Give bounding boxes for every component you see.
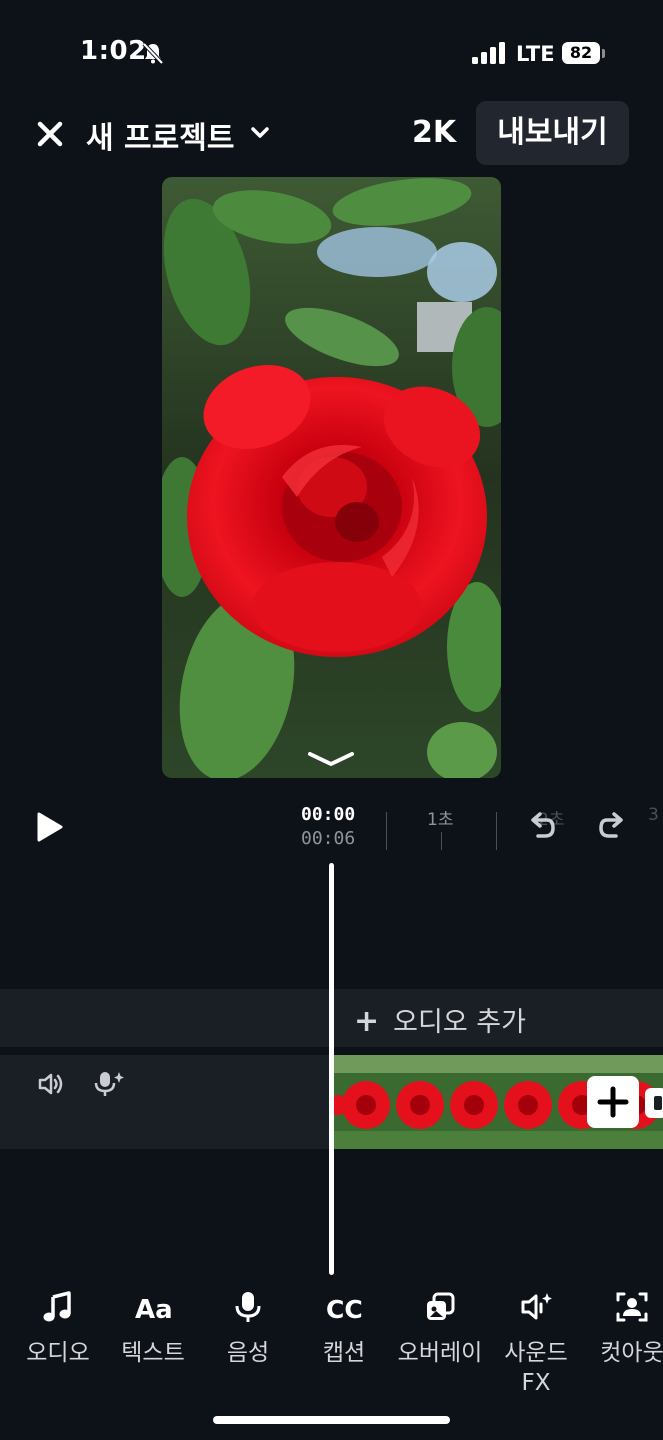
tool-voice[interactable]: 음성 xyxy=(200,1290,296,1368)
video-editor-screen: 1:02 LTE 82 새 프로젝트 2K 내보내기 00:00 00:06 1… xyxy=(0,0,663,1440)
tool-text[interactable]: Aa 텍스트 xyxy=(105,1290,201,1368)
tool-label: 사운드 FX xyxy=(504,1340,568,1396)
tool-audio[interactable]: 오디오 xyxy=(10,1290,106,1368)
bell-muted-icon xyxy=(142,42,164,64)
plus-icon xyxy=(597,1086,629,1118)
rose-photo xyxy=(162,177,501,778)
ruler-label: 1초 xyxy=(427,810,454,830)
tool-sound-fx[interactable]: 사운드 FX xyxy=(488,1290,584,1398)
ruler-label: 3 xyxy=(648,805,659,825)
tool-overlay[interactable]: 오버레이 xyxy=(392,1290,488,1368)
tool-label: 캡션 xyxy=(322,1340,366,1366)
battery-level: 82 xyxy=(562,42,600,64)
undo-icon[interactable] xyxy=(526,812,556,842)
cutout-icon xyxy=(616,1292,648,1322)
tool-label: 오버레이 xyxy=(397,1340,483,1366)
voice-enhance-icon[interactable] xyxy=(94,1070,126,1098)
redo-icon[interactable] xyxy=(598,812,628,842)
video-preview[interactable] xyxy=(162,177,501,778)
project-title[interactable]: 새 프로젝트 xyxy=(86,113,234,157)
microphone-icon xyxy=(235,1292,261,1322)
add-audio-label: 오디오 추가 xyxy=(393,1007,526,1038)
ruler-tick xyxy=(441,832,442,850)
play-icon[interactable] xyxy=(32,810,66,844)
volume-icon[interactable] xyxy=(36,1070,64,1098)
text-aa-icon: Aa xyxy=(135,1295,173,1324)
sound-fx-icon xyxy=(521,1293,552,1320)
tool-label: 컷아웃 xyxy=(600,1340,663,1366)
network-type: LTE xyxy=(516,42,555,66)
chevron-down-icon[interactable] xyxy=(250,126,270,140)
total-duration: 00:06 xyxy=(301,828,356,849)
export-button[interactable]: 내보내기 xyxy=(476,101,629,165)
resolution-selector[interactable]: 2K xyxy=(412,115,456,150)
ruler-tick xyxy=(496,812,497,850)
tool-label: 음성 xyxy=(226,1340,270,1366)
collapse-preview-icon[interactable] xyxy=(306,750,356,768)
plus-icon: + xyxy=(354,1004,380,1039)
svg-text:CC: CC xyxy=(326,1295,363,1324)
clip-trim-handle[interactable] xyxy=(645,1088,663,1118)
music-note-icon xyxy=(43,1291,71,1322)
current-time: 00:00 xyxy=(301,804,356,825)
tool-label: 텍스트 xyxy=(121,1340,185,1366)
svg-text:Aa: Aa xyxy=(135,1295,173,1324)
tool-label: 오디오 xyxy=(26,1340,90,1366)
close-icon[interactable] xyxy=(36,120,64,148)
tool-caption[interactable]: CC 캡션 xyxy=(296,1290,392,1368)
ruler-tick xyxy=(386,812,387,850)
cellular-signal-icon xyxy=(472,42,505,64)
overlay-icon xyxy=(427,1292,455,1320)
playhead[interactable] xyxy=(329,863,334,1275)
add-clip-button[interactable] xyxy=(587,1076,639,1128)
closed-caption-icon: CC xyxy=(326,1295,363,1324)
tool-cutout[interactable]: 컷아웃 xyxy=(584,1290,663,1368)
add-audio-button[interactable]: + 오디오 추가 xyxy=(354,1000,526,1039)
status-time: 1:02 xyxy=(80,36,147,66)
battery-tip xyxy=(602,49,605,58)
home-indicator xyxy=(213,1416,450,1424)
